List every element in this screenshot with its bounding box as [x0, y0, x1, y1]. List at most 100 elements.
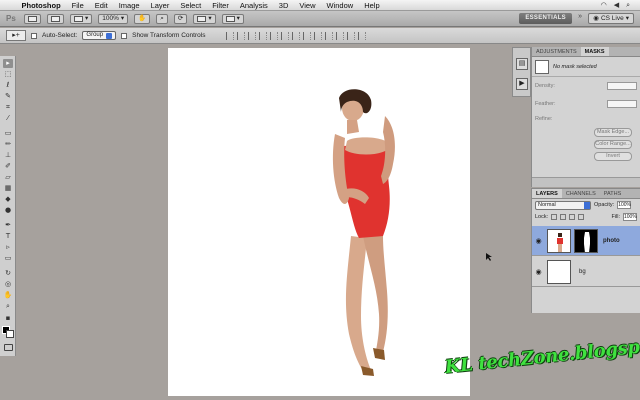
quick-mask-icon[interactable] [4, 344, 13, 351]
brush-tool-icon[interactable]: ✏ [3, 140, 13, 149]
menu-filter[interactable]: Filter [207, 1, 235, 10]
blend-mode-value: Normal [538, 201, 556, 208]
gradient-tool-icon[interactable]: ▦ [3, 184, 13, 193]
zoom-level-value: 100% [102, 14, 119, 22]
menu-app-name[interactable]: Photoshop [16, 1, 66, 10]
actions-panel-icon[interactable]: ▶ [516, 78, 528, 90]
blur-tool-icon[interactable]: ◆ [3, 195, 13, 204]
background-color-swatch[interactable] [6, 330, 14, 338]
pen-tool-icon[interactable]: ✒ [3, 221, 13, 230]
align-right-icon[interactable] [281, 31, 290, 40]
distribute-bottom-icon[interactable] [314, 31, 323, 40]
lock-all-icon[interactable] [578, 214, 585, 220]
workspace-essentials-button[interactable]: ESSENTIALS [519, 13, 572, 24]
lasso-tool-icon[interactable]: ℓ [3, 81, 13, 90]
history-brush-tool-icon[interactable]: ✐ [3, 162, 13, 171]
healing-brush-tool-icon[interactable]: ▭ [3, 129, 13, 138]
type-tool-icon[interactable]: T [3, 232, 13, 241]
layers-panel: LAYERS CHANNELS PATHS Normal Opacity: 10… [531, 188, 640, 313]
distribute-vcenter-icon[interactable] [303, 31, 312, 40]
menu-edit[interactable]: Edit [89, 1, 113, 10]
density-field[interactable] [607, 82, 637, 90]
fill-field[interactable]: 100% [623, 213, 637, 221]
auto-select-checkbox[interactable] [31, 32, 37, 39]
menu-window[interactable]: Window [321, 1, 359, 10]
align-top-icon[interactable] [226, 31, 235, 40]
align-bottom-icon[interactable] [248, 31, 257, 40]
distribute-left-icon[interactable] [325, 31, 334, 40]
search-icon[interactable]: ⌕ [626, 1, 630, 10]
path-selection-tool-icon[interactable]: ▹ [3, 243, 13, 252]
layer-name-bg: bg [579, 268, 586, 275]
opacity-field[interactable]: 100% [617, 201, 632, 209]
menu-help[interactable]: Help [359, 1, 385, 10]
mask-edge-button[interactable]: Mask Edge... [594, 128, 632, 137]
dodge-tool-icon[interactable]: ● [3, 206, 13, 215]
distribute-right-icon[interactable] [347, 31, 356, 40]
crop-tool-icon[interactable]: ⌗ [3, 103, 13, 112]
shape-tool-icon[interactable]: ▭ [3, 254, 13, 263]
layer-mask-thumbnail[interactable] [574, 228, 598, 253]
quick-selection-tool-icon[interactable]: ✎ [3, 92, 13, 101]
blend-mode-dropdown[interactable]: Normal [535, 200, 591, 210]
rotate-view-button[interactable]: ⟳ [173, 13, 188, 24]
align-hcenter-icon[interactable] [270, 31, 279, 40]
view-extras-button[interactable]: ▾ [70, 13, 93, 24]
invert-button[interactable]: Invert [594, 152, 632, 161]
mini-bridge-button[interactable] [47, 13, 64, 24]
tab-channels[interactable]: CHANNELS [562, 189, 600, 198]
eyedropper-tool-icon[interactable]: ⁄ [3, 114, 13, 123]
distribute-top-icon[interactable] [292, 31, 301, 40]
menu-image[interactable]: Image [113, 1, 145, 10]
zoom-tool-icon[interactable]: ⌕ [3, 302, 13, 311]
arrange-documents-button[interactable]: ▾ [193, 13, 216, 24]
cs-live-button[interactable]: ◉ CS Live ▾ [588, 13, 634, 24]
tab-masks[interactable]: MASKS [580, 47, 609, 56]
visibility-eye-icon[interactable]: ◉ [534, 237, 543, 245]
zoom-tool-button[interactable]: ⌕ [156, 13, 168, 24]
lock-image-icon[interactable] [560, 214, 567, 220]
menu-3d[interactable]: 3D [273, 1, 294, 10]
menu-layer[interactable]: Layer [145, 1, 175, 10]
hand-tool-icon[interactable]: ✋ [3, 291, 13, 300]
tab-adjustments[interactable]: ADJUSTMENTS [532, 47, 581, 56]
workspace-menu-icon[interactable]: » [578, 13, 582, 20]
screen-mode-button[interactable]: ▾ [221, 13, 244, 24]
menu-select[interactable]: Select [175, 1, 207, 10]
menu-view[interactable]: View [294, 1, 321, 10]
cs-live-label: CS Live [600, 15, 624, 22]
volume-icon[interactable]: ◀ [614, 1, 619, 10]
zoom-level-dropdown[interactable]: 100% ▾ [98, 13, 129, 24]
hand-tool-button[interactable]: ✋ [134, 13, 151, 24]
clone-stamp-tool-icon[interactable]: ⊥ [3, 151, 13, 160]
color-range-button[interactable]: Color Range... [594, 140, 632, 149]
eraser-tool-icon[interactable]: ▱ [3, 173, 13, 182]
menu-file[interactable]: File [66, 1, 89, 10]
visibility-eye-icon[interactable]: ◉ [534, 268, 543, 276]
masks-header: No mask selected [532, 57, 640, 77]
align-left-icon[interactable] [259, 31, 268, 40]
tab-layers[interactable]: LAYERS [532, 189, 562, 198]
tools-panel: ▸ ⬚ ℓ ✎ ⌗ ⁄ ▭ ✏ ⊥ ✐ ▱ ▦ ◆ ● ✒ T ▹ ▭ ↻ ◎ … [0, 56, 16, 356]
distribute-hcenter-icon[interactable] [336, 31, 345, 40]
history-panel-icon[interactable]: ▤ [516, 58, 528, 70]
default-colors-icon[interactable]: ▪ [3, 314, 13, 323]
bridge-button[interactable] [24, 13, 41, 24]
marquee-tool-icon[interactable]: ⬚ [3, 70, 13, 79]
show-transform-controls-checkbox[interactable] [121, 32, 128, 39]
wifi-icon[interactable]: ◠ [601, 1, 607, 10]
lock-transparent-icon[interactable] [551, 214, 558, 220]
feather-field[interactable] [607, 100, 637, 108]
3d-orbit-tool-icon[interactable]: ◎ [3, 280, 13, 289]
lock-position-icon[interactable] [569, 214, 576, 220]
3d-rotate-tool-icon[interactable]: ↻ [3, 269, 13, 278]
move-tool-preset-picker[interactable]: ▸+ [6, 30, 26, 41]
move-tool-icon[interactable]: ▸ [3, 59, 13, 68]
menu-analysis[interactable]: Analysis [234, 1, 273, 10]
auto-align-icon[interactable] [358, 31, 367, 40]
tab-paths[interactable]: PATHS [600, 189, 626, 198]
layer-row-bg[interactable]: ◉ bg [532, 257, 640, 287]
layer-row-photo[interactable]: ◉ photo [532, 226, 640, 256]
align-vcenter-icon[interactable] [237, 31, 246, 40]
auto-select-target-dropdown[interactable]: Group [82, 31, 117, 40]
